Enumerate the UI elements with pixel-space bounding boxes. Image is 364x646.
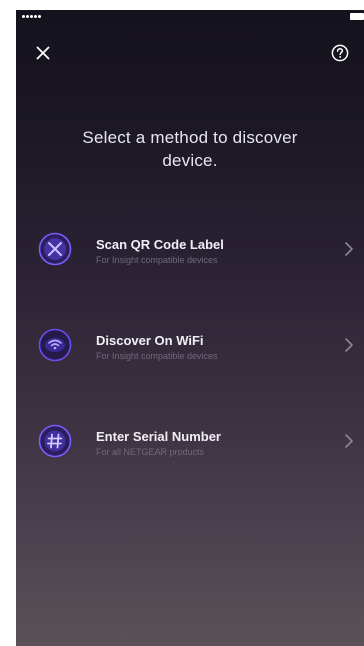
- method-label: Scan QR Code Label: [96, 237, 224, 252]
- method-sublabel: For all NETGEAR products: [96, 447, 205, 457]
- chevron-right-icon: [345, 242, 353, 256]
- method-text: Scan QR Code Label For Insight compatibl…: [96, 237, 324, 266]
- app-screen: Select a method to discover device. Scan…: [16, 10, 364, 646]
- method-sublabel: For Insight compatible devices: [96, 255, 218, 265]
- battery-icon: [350, 13, 364, 20]
- close-icon: [36, 46, 50, 60]
- hash-icon: [38, 424, 72, 458]
- help-button[interactable]: [328, 41, 352, 65]
- method-label: Discover On WiFi: [96, 333, 204, 348]
- status-bar: [16, 10, 364, 28]
- signal-strength-icon: [22, 15, 41, 18]
- method-enter-serial[interactable]: Enter Serial Number For all NETGEAR prod…: [16, 424, 364, 520]
- method-label: Enter Serial Number: [96, 429, 221, 444]
- method-discover-wifi[interactable]: Discover On WiFi For Insight compatible …: [16, 328, 364, 424]
- close-button[interactable]: [30, 40, 56, 66]
- wifi-icon: [38, 328, 72, 362]
- method-text: Discover On WiFi For Insight compatible …: [96, 333, 324, 362]
- method-list: Scan QR Code Label For Insight compatibl…: [16, 232, 364, 520]
- question-circle-icon: [331, 44, 349, 62]
- qr-scan-icon: [38, 232, 72, 266]
- method-sublabel: For Insight compatible devices: [96, 351, 218, 361]
- chevron-right-icon: [345, 338, 353, 352]
- method-text: Enter Serial Number For all NETGEAR prod…: [96, 429, 324, 458]
- method-scan-qr[interactable]: Scan QR Code Label For Insight compatibl…: [16, 232, 364, 328]
- page-title: Select a method to discover device.: [82, 128, 298, 170]
- chevron-right-icon: [345, 434, 353, 448]
